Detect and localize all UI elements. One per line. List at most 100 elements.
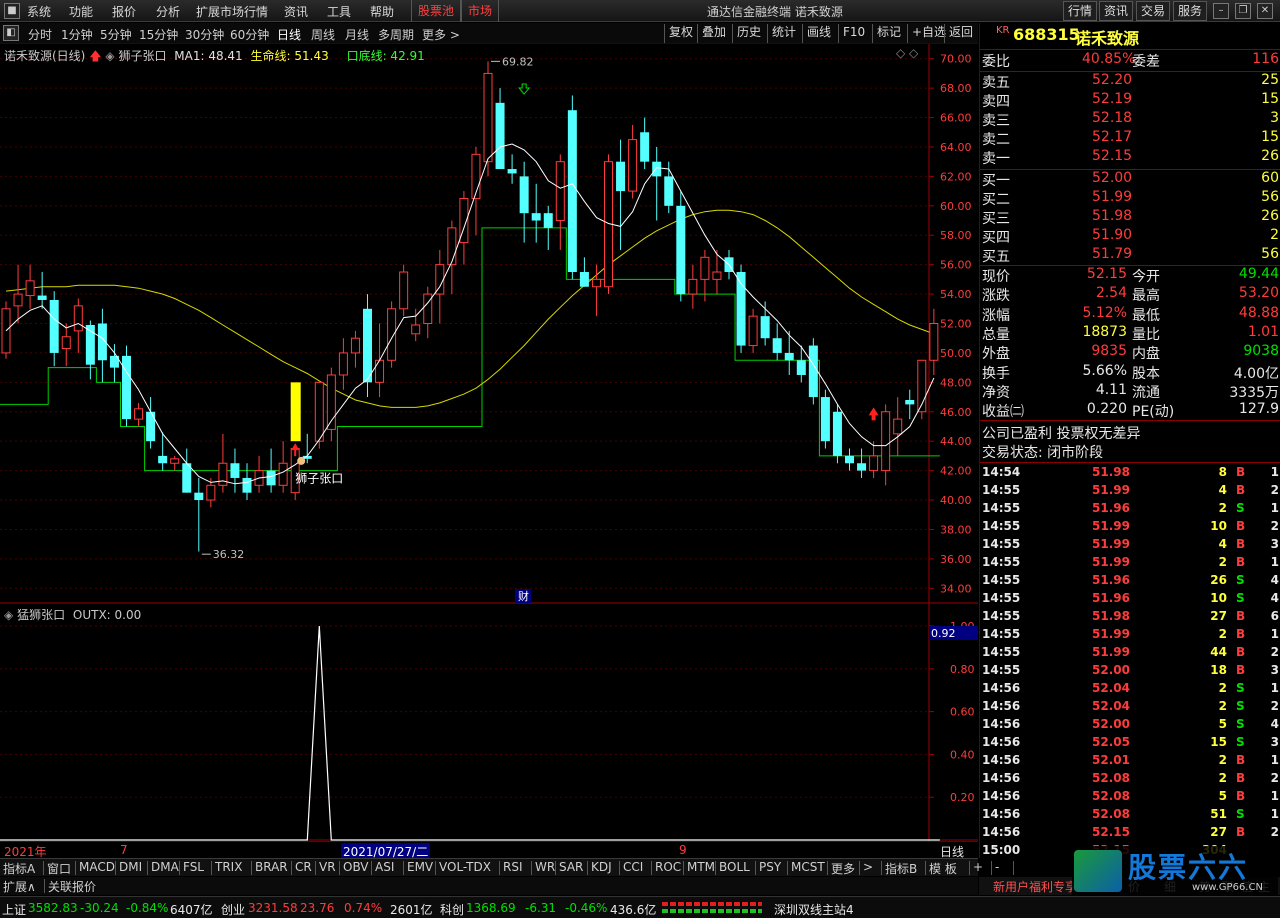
tool-draw[interactable]: 画线: [802, 24, 835, 43]
menu-market[interactable]: 市场: [461, 0, 500, 22]
chart-options-icon[interactable]: ◇ ◇: [896, 46, 918, 60]
btn-trade[interactable]: 交易: [1136, 1, 1171, 21]
tab-kdj-17[interactable]: KDJ: [591, 860, 612, 874]
menu-function[interactable]: 功能: [69, 3, 93, 20]
tab-cr-8[interactable]: CR: [295, 860, 312, 874]
candle-body-up: [748, 315, 758, 347]
kline-chart[interactable]: 70.00 68.00 66.00 64.00 62.00 60.00 58.00 56.00…: [0, 44, 978, 604]
period-more[interactable]: 更多 >: [422, 26, 460, 43]
period-multi[interactable]: 多周期: [378, 26, 414, 43]
period-weekly[interactable]: 周线: [311, 26, 335, 43]
life-line-series: [5, 209, 935, 408]
bid-row-3: 买三 51.98 26: [982, 208, 1279, 227]
tab-emv-12[interactable]: EMV: [407, 860, 433, 874]
close-icon[interactable]: ✕: [1257, 3, 1273, 19]
candle-body-down: [531, 213, 541, 221]
tab-expand[interactable]: 扩展∧: [3, 878, 36, 895]
toggle-panel-icon[interactable]: ◧: [3, 25, 19, 41]
tool-stats[interactable]: 统计: [767, 24, 800, 43]
logo-text: 股票六六: [1128, 851, 1249, 884]
tab-vr-9[interactable]: VR: [319, 860, 336, 874]
period-30min[interactable]: 30分钟: [185, 26, 224, 43]
tick-row: 14:55 51.99 4 B 3: [982, 537, 1279, 551]
bid-row-1: 买一 52.00 60: [982, 170, 1279, 189]
sh-label[interactable]: 上证: [2, 901, 26, 918]
tab-dmi-3[interactable]: DMI: [119, 860, 142, 874]
main-grid: [0, 58, 929, 589]
tab-asi-11[interactable]: ASI: [375, 860, 394, 874]
tab-rsi-14[interactable]: RSI: [503, 860, 523, 874]
tab-sar-16[interactable]: SAR: [559, 860, 583, 874]
tab-mcst-23[interactable]: MCST: [791, 860, 825, 874]
tab--29[interactable]: -: [995, 860, 999, 874]
candle-body-down: [230, 463, 240, 478]
tool-adjust[interactable]: 复权: [664, 24, 697, 43]
tab--24[interactable]: 更多: [831, 860, 855, 877]
menu-help[interactable]: 帮助: [370, 3, 394, 20]
btn-quote[interactable]: 行情: [1063, 1, 1098, 21]
tab-macd-2[interactable]: MACD: [79, 860, 115, 874]
menu-system[interactable]: 系统: [27, 3, 51, 20]
tool-history[interactable]: 历史: [732, 24, 765, 43]
tab-brar-7[interactable]: BRAR: [255, 860, 288, 874]
tab-newuser[interactable]: 新用户福利专享: [993, 878, 1077, 895]
tab-b-26[interactable]: 指标B: [885, 860, 917, 877]
cy-label[interactable]: 创业: [221, 901, 245, 918]
app-menu-icon[interactable]: ■: [4, 3, 20, 19]
indicator-menu-icon[interactable]: ◈: [105, 49, 114, 63]
tab-voltdx-13[interactable]: VOL-TDX: [439, 860, 491, 874]
minimize-icon[interactable]: –: [1213, 3, 1229, 19]
period-timeshare[interactable]: 分时: [28, 26, 52, 43]
life-line-value: 生命线: 51.43: [250, 49, 329, 63]
tool-overlay[interactable]: 叠加: [697, 24, 730, 43]
tab-mtm-20[interactable]: MTM: [687, 860, 715, 874]
period-60min[interactable]: 60分钟: [230, 26, 269, 43]
tab-dma-4[interactable]: DMA: [151, 860, 179, 874]
finance-marker[interactable]: 财: [518, 589, 529, 603]
outx-tick-label: 0.20: [950, 791, 975, 804]
menu-analysis[interactable]: 分析: [156, 3, 180, 20]
tab-trix-6[interactable]: TRIX: [215, 860, 242, 874]
sub-indicator-name[interactable]: 猛狮张口: [17, 608, 65, 622]
tab--25[interactable]: >: [863, 860, 873, 874]
tool-back[interactable]: 返回: [944, 24, 977, 43]
tab-cci-18[interactable]: CCI: [623, 860, 643, 874]
menu-tools[interactable]: 工具: [327, 3, 351, 20]
period-monthly[interactable]: 月线: [345, 26, 369, 43]
menu-ext-market[interactable]: 扩展市场行情: [196, 3, 268, 20]
menu-news[interactable]: 资讯: [284, 3, 308, 20]
candle-body-down: [182, 463, 192, 493]
period-1min[interactable]: 1分钟: [61, 26, 93, 43]
tab-related-quote[interactable]: 关联报价: [48, 878, 96, 895]
btn-news[interactable]: 资讯: [1099, 1, 1134, 21]
sh-pct: -0.84%: [126, 901, 169, 915]
tab-boll-21[interactable]: BOLL: [719, 860, 750, 874]
tab-obv-10[interactable]: OBV: [343, 860, 369, 874]
btn-service[interactable]: 服务: [1173, 1, 1208, 21]
tab-fsl-5[interactable]: FSL: [183, 860, 204, 874]
candle-body-down: [49, 299, 59, 353]
stat-row-4: 外盘 9835 内盘 9038: [982, 343, 1279, 363]
sub-indicator-icon[interactable]: ◈: [4, 608, 13, 622]
menu-stock-pool[interactable]: 股票池: [411, 0, 462, 22]
menu-quote[interactable]: 报价: [112, 3, 136, 20]
tab-psy-22[interactable]: PSY: [759, 860, 781, 874]
tab-roc-19[interactable]: ROC: [655, 860, 681, 874]
indicator-name[interactable]: 狮子张口: [118, 49, 166, 63]
candle-body-up: [628, 139, 638, 192]
tab-a-0[interactable]: 指标A: [3, 860, 35, 877]
ask-row-2: 卖二 52.17 15: [982, 129, 1279, 148]
restore-icon[interactable]: ❐: [1235, 3, 1251, 19]
tab--1[interactable]: 窗口: [47, 860, 71, 877]
outx-chart[interactable]: 1.000.800.600.400.20 0.92: [0, 604, 978, 854]
server-name[interactable]: 深圳双线主站4: [774, 901, 854, 918]
period-5min[interactable]: 5分钟: [100, 26, 132, 43]
tab--28[interactable]: +: [973, 860, 983, 874]
period-15min[interactable]: 15分钟: [139, 26, 178, 43]
kc-label[interactable]: 科创: [440, 901, 464, 918]
tool-f10[interactable]: F10: [838, 24, 869, 43]
tab-wr-15[interactable]: WR: [535, 860, 555, 874]
tab--27[interactable]: 模 板: [929, 860, 957, 877]
tool-mark[interactable]: 标记: [872, 24, 905, 43]
period-daily[interactable]: 日线: [277, 26, 301, 43]
